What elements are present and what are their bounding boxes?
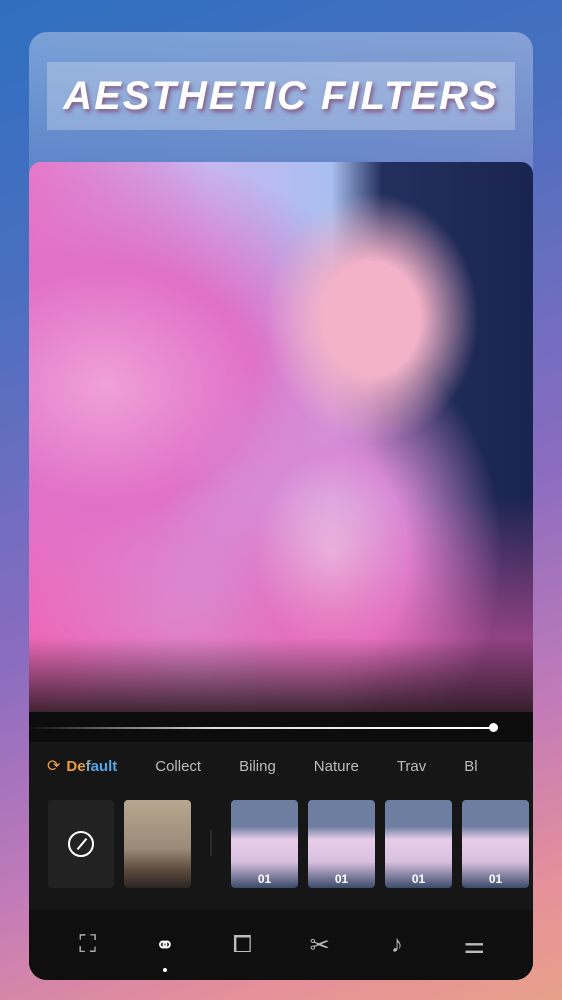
tab-nature[interactable]: Nature — [314, 758, 359, 775]
filter-thumb[interactable]: 01 — [385, 800, 452, 888]
filter-label: 01 — [257, 872, 272, 886]
filter-thumb-beach[interactable] — [124, 800, 191, 888]
filter-thumb[interactable]: 01 — [462, 800, 529, 888]
filter-category-tabs: ⟳ Default Collect Biling Nature Trav Bl — [47, 756, 516, 776]
no-filter-button[interactable] — [48, 800, 114, 888]
filter-thumb[interactable]: 01 — [231, 800, 298, 888]
filter-thumbnails: 01 01 01 01 — [48, 800, 529, 888]
filter-label: 01 — [488, 872, 503, 886]
tab-travel[interactable]: Trav — [397, 758, 426, 775]
scissors-icon[interactable]: ✂ — [295, 931, 345, 960]
banner-title: AESTHETIC FILTERS — [63, 73, 499, 118]
crop-icon[interactable]: ⧠ — [217, 931, 267, 959]
filter-icon[interactable]: ⚭ — [140, 931, 190, 972]
progress-track[interactable] — [29, 727, 493, 729]
adjust-sliders-icon[interactable]: ⚌ — [449, 931, 499, 960]
magic-enhance-icon[interactable]: ⛶ — [63, 931, 113, 959]
filter-thumb[interactable]: 01 — [308, 800, 375, 888]
bottom-toolbar: ⛶ ⚭ ⧠ ✂ ♪ ⚌ — [29, 910, 533, 980]
no-filter-icon — [68, 831, 94, 857]
filter-label: 01 — [334, 872, 349, 886]
photo-preview — [29, 162, 533, 722]
tab-default[interactable]: Default — [66, 758, 117, 775]
music-note-icon[interactable]: ♪ — [372, 931, 422, 959]
tab-biling[interactable]: Biling — [239, 758, 276, 775]
tab-more[interactable]: Bl — [464, 758, 477, 775]
timeline[interactable] — [29, 712, 533, 742]
filter-label: 01 — [411, 872, 426, 886]
filter-panel: ⟳ Default Collect Biling Nature Trav Bl … — [29, 742, 533, 980]
tab-collect[interactable]: Collect — [155, 758, 201, 775]
progress-knob[interactable] — [488, 723, 498, 732]
refresh-icon[interactable]: ⟳ — [47, 756, 60, 776]
divider — [210, 830, 212, 856]
app-screen: AESTHETIC FILTERS ⟳ Default Collect Bili… — [29, 32, 533, 980]
promo-banner: AESTHETIC FILTERS — [47, 62, 515, 130]
